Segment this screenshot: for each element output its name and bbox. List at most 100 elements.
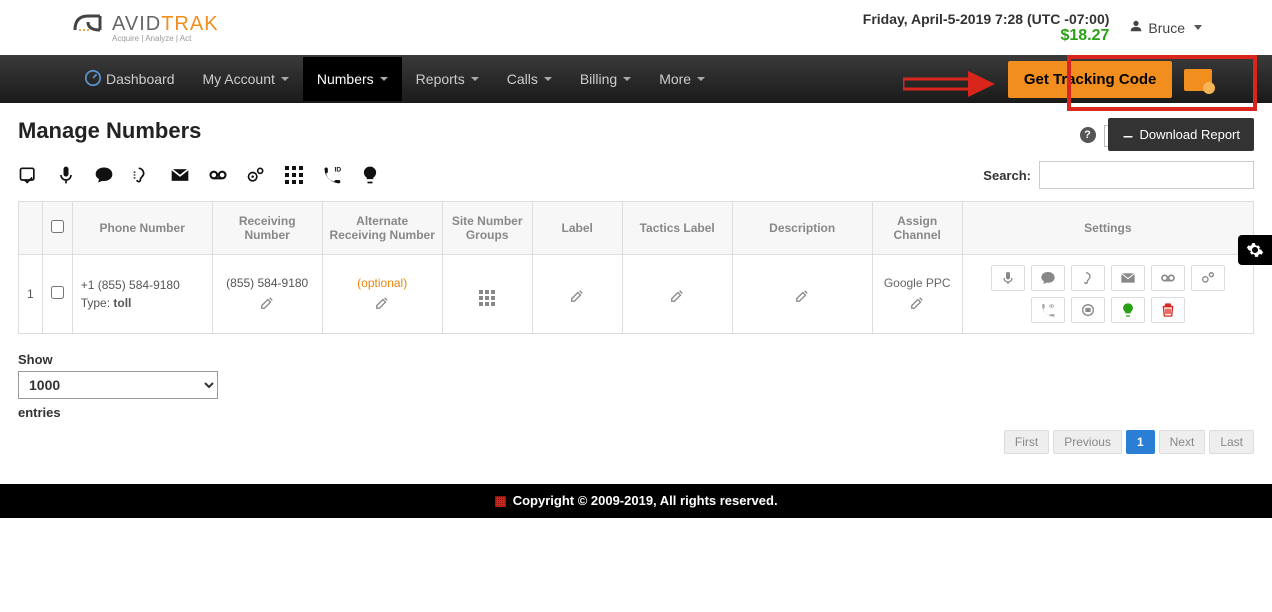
tool-chat-icon[interactable]: [94, 165, 114, 185]
tool-bulb-icon[interactable]: [360, 165, 380, 185]
logo-mark-icon: [70, 8, 110, 47]
side-settings-tab[interactable]: [1238, 235, 1272, 265]
keypad-icon[interactable]: [479, 283, 495, 297]
edit-icon[interactable]: [375, 296, 389, 310]
balance-text: $18.27: [863, 27, 1110, 45]
tool-call-icon[interactable]: [18, 165, 38, 185]
receiving-number-text: (855) 584-9180: [221, 276, 314, 290]
nav-numbers-label: Numbers: [317, 71, 374, 87]
setting-voicemail-button[interactable]: [1151, 265, 1185, 291]
edit-icon[interactable]: [910, 296, 924, 310]
nav-dashboard-label: Dashboard: [106, 71, 175, 87]
channel-text: Google PPC: [881, 276, 954, 290]
footer-copyright: Copyright © 2009-2019, All rights reserv…: [513, 493, 778, 508]
setting-delete-button[interactable]: [1151, 297, 1185, 323]
page-first-button[interactable]: First: [1004, 430, 1049, 454]
setting-ear-button[interactable]: [1071, 265, 1105, 291]
top-right: Friday, April-5-2019 7:28 (UTC -07:00) $…: [863, 11, 1202, 45]
page-previous-button[interactable]: Previous: [1053, 430, 1122, 454]
tool-ear-icon[interactable]: [132, 165, 152, 185]
get-tracking-code-button[interactable]: Get Tracking Code: [1008, 61, 1173, 98]
page-next-button[interactable]: Next: [1159, 430, 1206, 454]
col-settings: Settings: [962, 202, 1253, 255]
row-site-groups-cell: [442, 255, 532, 334]
col-receiving-number[interactable]: Receiving Number: [212, 202, 322, 255]
page-1-button[interactable]: 1: [1126, 430, 1155, 454]
row-phone-number-cell: +1 (855) 584-9180 Type: toll: [72, 255, 212, 334]
datetime-text: Friday, April-5-2019 7:28 (UTC -07:00): [863, 11, 1110, 27]
user-name: Bruce: [1148, 20, 1185, 36]
search-input[interactable]: [1039, 161, 1254, 189]
col-site-number-groups[interactable]: Site Number Groups: [442, 202, 532, 255]
edit-icon[interactable]: [795, 289, 809, 303]
nav-calls[interactable]: Calls: [493, 57, 566, 101]
alternate-optional-text: (optional): [331, 276, 434, 290]
folder-icon[interactable]: [1184, 69, 1212, 91]
download-report-button[interactable]: Download Report: [1108, 118, 1254, 151]
nav-more[interactable]: More: [645, 57, 719, 101]
main-nav: Dashboard My Account Numbers Reports Cal…: [0, 55, 1272, 103]
phone-type-value: toll: [113, 296, 131, 310]
row-label-cell: [532, 255, 622, 334]
toolbar-search-row: ID Search:: [18, 161, 1254, 189]
tool-caller-id-icon[interactable]: ID: [322, 165, 342, 185]
nav-billing-label: Billing: [580, 71, 617, 87]
nav-reports-label: Reports: [416, 71, 465, 87]
search-label: Search:: [983, 168, 1031, 183]
setting-mic-button[interactable]: [991, 265, 1025, 291]
nav-calls-label: Calls: [507, 71, 538, 87]
top-bar: AVIDTRAK Acquire | Analyze | Act Friday,…: [0, 0, 1272, 55]
col-assign-channel[interactable]: Assign Channel: [872, 202, 962, 255]
page-title: Manage Numbers: [18, 118, 201, 144]
caret-down-icon: [281, 77, 289, 81]
col-label[interactable]: Label: [532, 202, 622, 255]
setting-mail-button[interactable]: [1111, 265, 1145, 291]
annotation-arrow-icon: [903, 69, 998, 99]
setting-caller-id-button[interactable]: ID: [1031, 297, 1065, 323]
setting-bulb-button[interactable]: [1111, 297, 1145, 323]
nav-numbers[interactable]: Numbers: [303, 57, 402, 101]
row-select-checkbox[interactable]: [51, 286, 64, 299]
select-all-checkbox[interactable]: [51, 220, 64, 233]
caret-down-icon: [697, 77, 705, 81]
nav-dashboard[interactable]: Dashboard: [70, 55, 189, 104]
row-channel-cell: Google PPC: [872, 255, 962, 334]
col-checkbox[interactable]: [42, 202, 72, 255]
setting-chat-button[interactable]: [1031, 265, 1065, 291]
tool-microphone-icon[interactable]: [56, 165, 76, 185]
setting-gears-button[interactable]: [1191, 265, 1225, 291]
tool-voicemail-icon[interactable]: [208, 165, 228, 185]
entries-select[interactable]: 1000: [18, 371, 218, 399]
nav-my-account[interactable]: My Account: [189, 57, 303, 101]
edit-icon[interactable]: [260, 296, 274, 310]
logo-text-trak: TRAK: [161, 13, 218, 35]
gear-icon: [1246, 241, 1264, 259]
help-icon[interactable]: ?: [1080, 127, 1096, 143]
col-description[interactable]: Description: [732, 202, 872, 255]
pager-wrap: Show 1000 entries First Previous 1 Next …: [18, 352, 1254, 454]
col-alternate-receiving[interactable]: Alternate Receiving Number: [322, 202, 442, 255]
footer: ▦Copyright © 2009-2019, All rights reser…: [0, 484, 1272, 518]
user-menu[interactable]: Bruce: [1129, 19, 1202, 36]
dashboard-icon: [84, 69, 102, 90]
tracking-button-wrap: Get Tracking Code: [1008, 61, 1212, 98]
caret-down-icon: [380, 77, 388, 81]
nav-reports[interactable]: Reports: [402, 57, 493, 101]
logo[interactable]: AVIDTRAK Acquire | Analyze | Act: [70, 8, 219, 47]
page-last-button[interactable]: Last: [1209, 430, 1254, 454]
nav-billing[interactable]: Billing: [566, 57, 645, 101]
edit-icon[interactable]: [570, 289, 584, 303]
tool-settings-icon[interactable]: [246, 165, 266, 185]
setting-robot-button[interactable]: [1071, 297, 1105, 323]
entries-label: entries: [18, 405, 1254, 420]
tool-keypad-icon[interactable]: [284, 165, 304, 185]
icon-toolbar: ID: [18, 165, 380, 185]
caret-down-icon: [1194, 25, 1202, 30]
col-tactics-label[interactable]: Tactics Label: [622, 202, 732, 255]
logo-text-avid: AVID: [112, 13, 161, 35]
col-phone-number[interactable]: Phone Number: [72, 202, 212, 255]
edit-icon[interactable]: [670, 289, 684, 303]
row-description-cell: [732, 255, 872, 334]
datetime-balance: Friday, April-5-2019 7:28 (UTC -07:00) $…: [863, 11, 1110, 45]
tool-mail-icon[interactable]: [170, 165, 190, 185]
